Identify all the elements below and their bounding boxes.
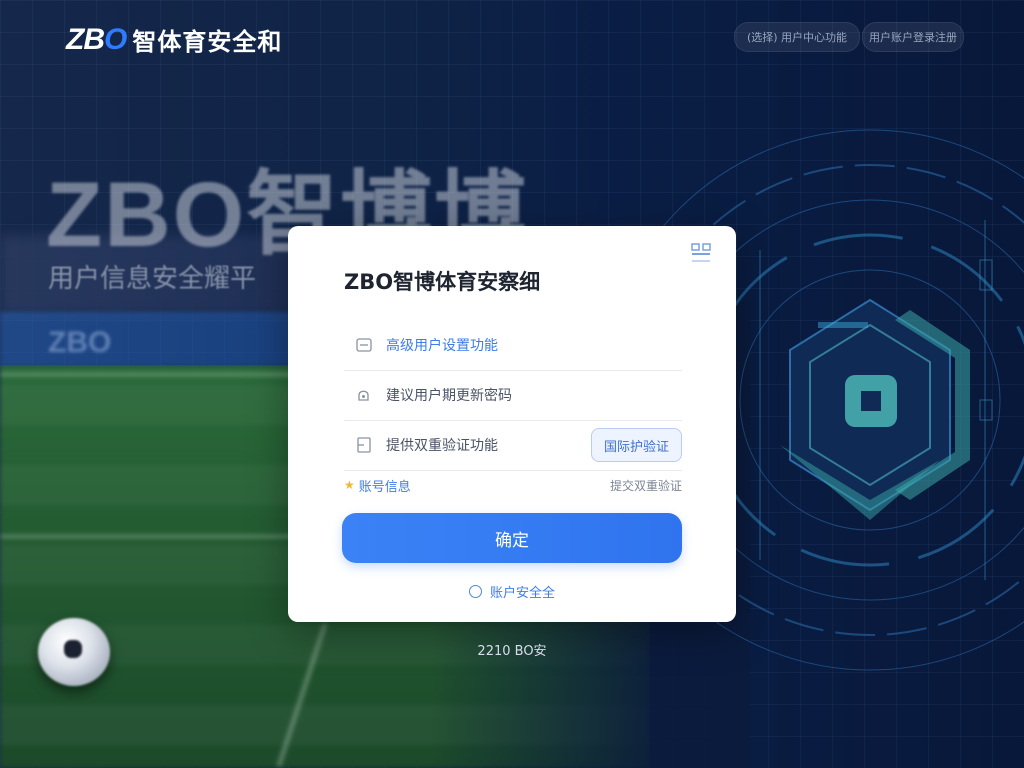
advanced-settings-text: 高级用户设置功能 <box>386 338 498 354</box>
star-icon: ★ <box>344 478 355 492</box>
user-center-button[interactable]: (选择) 用户中心功能 <box>734 22 860 52</box>
send-verification-button[interactable]: 国际护验证 <box>590 428 682 462</box>
submit-button[interactable]: 确定 <box>342 513 682 563</box>
qr-code-icon[interactable] <box>690 242 712 268</box>
radio-icon[interactable] <box>468 585 482 598</box>
login-register-button[interactable]: 用户账户登录注册 <box>862 22 964 52</box>
advanced-settings-field[interactable]: 高级用户设置功能 <box>344 320 682 371</box>
logo-name: 智体育安全和 <box>132 28 283 56</box>
brand-logo[interactable]: ZBO 智体育安全和 <box>66 22 282 57</box>
message-icon <box>356 437 372 453</box>
account-safe-row[interactable]: 账户安全全 <box>288 582 736 601</box>
account-safe-label: 账户安全全 <box>489 586 555 601</box>
password-field[interactable]: 建议用户期更新密码 <box>344 370 682 421</box>
verify-link[interactable]: 提交双重验证 <box>610 477 682 494</box>
link-row: ★ 账号信息 提交双重验证 <box>344 474 682 496</box>
account-info-link[interactable]: ★ 账号信息 <box>344 476 411 495</box>
hero-subtitle: 用户信息安全耀平 <box>48 264 257 294</box>
two-factor-field[interactable]: 提供双重验证功能 国际护验证 <box>344 420 682 471</box>
two-factor-text: 提供双重验证功能 <box>386 438 498 454</box>
login-card: ZBO智博体育安察细 高级用户设置功能 建议用户期更新密码 提供双重验证功能 国… <box>288 226 736 622</box>
logo-mark: ZBO <box>66 22 127 56</box>
lock-icon <box>356 387 372 403</box>
login-title: ZBO智博体育安察细 <box>344 270 541 294</box>
id-card-icon <box>356 337 372 353</box>
footer-text: 2210 BO安 <box>477 644 547 659</box>
stadium-banner-text: ZBO <box>48 326 112 359</box>
password-hint-text: 建议用户期更新密码 <box>386 388 512 404</box>
